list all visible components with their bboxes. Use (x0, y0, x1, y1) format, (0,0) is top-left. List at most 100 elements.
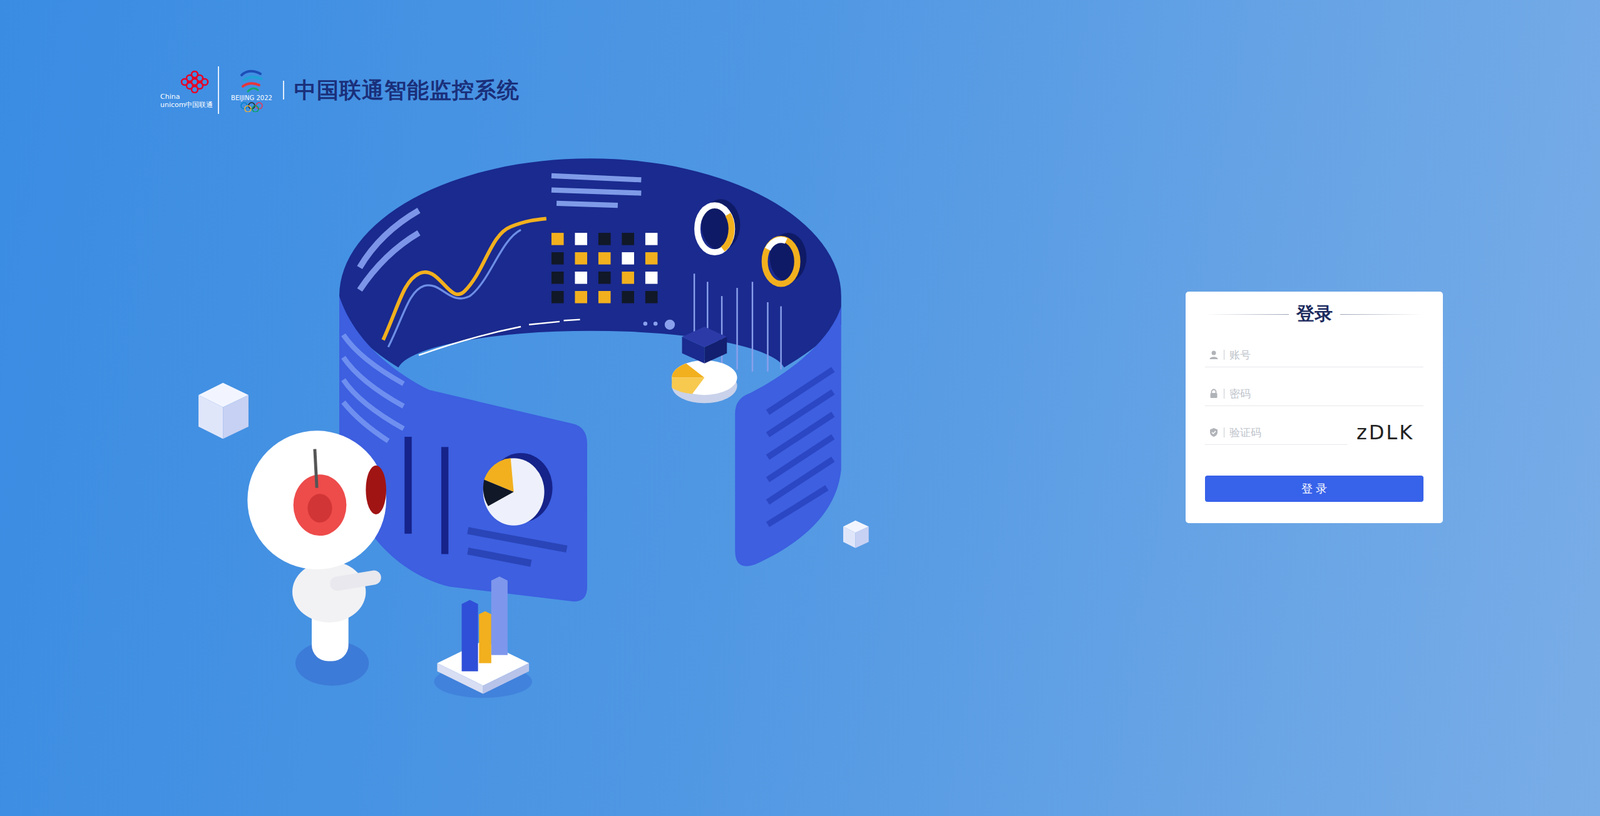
input-field[interactable] (1205, 342, 1424, 368)
field-row (1205, 342, 1424, 368)
front-left-wall (339, 296, 588, 602)
shield-icon (1208, 427, 1219, 438)
grid-square (551, 291, 565, 304)
wall-stripe (343, 334, 404, 441)
field-separator (1223, 388, 1225, 399)
cube (843, 520, 869, 549)
system-title: 中国联通智能监控系统 (294, 75, 520, 106)
grid-square (598, 271, 611, 285)
robot-arm (337, 577, 375, 585)
value-line (736, 287, 738, 370)
top-bars (551, 175, 642, 206)
grid-square (598, 232, 611, 246)
logo-divider (217, 66, 220, 114)
lock-icon (1208, 388, 1219, 399)
robot-antenna (314, 449, 317, 489)
wall-bar (404, 436, 412, 534)
pie (483, 458, 545, 526)
back-wall (339, 158, 842, 368)
grid-square (621, 271, 635, 285)
field-row: zDLK (1205, 420, 1424, 446)
text-input[interactable] (1229, 422, 1348, 443)
header: Chinaunicom中国联通 BEIJING 2022 中国联通智能监控系统 (0, 0, 1600, 116)
dot (643, 321, 648, 327)
robot-ear (365, 465, 387, 515)
grid-square (645, 232, 658, 246)
title-line (1205, 314, 1289, 315)
grid-square (645, 252, 658, 265)
grid-square (598, 252, 611, 265)
grid-square (621, 252, 635, 265)
grid-square (621, 291, 635, 304)
grid-square (574, 291, 588, 304)
value-line (779, 306, 782, 370)
beijing-emblem: BEIJING 2022 (226, 68, 277, 113)
grid-square (645, 271, 658, 285)
grid-square (574, 271, 588, 285)
olympic-rings-icon (239, 102, 265, 113)
unicom-logo: Chinaunicom中国联通 (160, 70, 218, 109)
grid-square (574, 252, 588, 265)
dot (653, 321, 658, 327)
robot-head (247, 430, 387, 570)
login-page: Chinaunicom中国联通 BEIJING 2022 中国联通智能监控系统登录 z… (0, 0, 1600, 816)
robot-body (292, 561, 366, 623)
main: 登录 zDLK 登 录 (0, 115, 1600, 705)
login-title: 登录 (1296, 301, 1333, 327)
unicom-line2: unicom中国联通 (160, 101, 214, 110)
bar-platform (434, 576, 533, 698)
base-line (418, 319, 580, 356)
ring (697, 205, 732, 253)
grid-square (598, 291, 611, 304)
input-field[interactable] (1205, 420, 1348, 446)
grid-square (551, 271, 565, 285)
pie-top (671, 360, 737, 395)
value-line (766, 302, 769, 372)
text-input[interactable] (1229, 344, 1424, 365)
text-input[interactable] (1229, 383, 1424, 404)
dashboard-illustration (194, 153, 871, 705)
cube (198, 383, 249, 440)
grid-square (645, 291, 658, 304)
unicom-line1: China (160, 93, 214, 102)
wall-bar (441, 446, 449, 554)
title-line (1340, 314, 1425, 315)
login-card: 登录 zDLK 登 录 (1185, 291, 1443, 524)
robot-pupil (307, 493, 332, 523)
pie-slice (483, 479, 514, 506)
box-side (704, 336, 727, 364)
robot-eye (293, 474, 347, 536)
grid-square (621, 232, 635, 246)
pie-slice (671, 363, 705, 379)
unicom-text: Chinaunicom中国联通 (160, 93, 214, 109)
unicom-knot-icon (179, 70, 211, 94)
value-line (751, 281, 754, 372)
wall-line (467, 530, 567, 564)
field-separator (1223, 427, 1225, 438)
dot (664, 319, 675, 330)
wave-line (388, 229, 521, 347)
input-field[interactable] (1205, 381, 1424, 407)
user-icon (1208, 349, 1219, 360)
grid-square (551, 232, 565, 246)
value-line (721, 296, 723, 368)
grid-square (574, 232, 588, 246)
grid-square (551, 252, 565, 265)
ring-arc (767, 239, 786, 250)
box-side (682, 336, 705, 364)
robot (247, 430, 387, 686)
login-button[interactable]: 登 录 (1205, 475, 1424, 503)
front-right-wall (734, 296, 841, 567)
emblem-text: BEIJING 2022 (230, 93, 273, 103)
title-divider (282, 80, 285, 100)
field-row (1205, 381, 1424, 407)
pie-slice (671, 378, 705, 395)
ribbon-icon (237, 68, 266, 94)
wave-line (383, 218, 547, 340)
ring-arc (723, 214, 732, 250)
ring (764, 239, 798, 285)
captcha-code[interactable]: zDLK (1347, 420, 1424, 445)
field-separator (1223, 349, 1225, 360)
login-title-row: 登录 (1205, 301, 1424, 327)
wall-stripe (767, 369, 833, 525)
